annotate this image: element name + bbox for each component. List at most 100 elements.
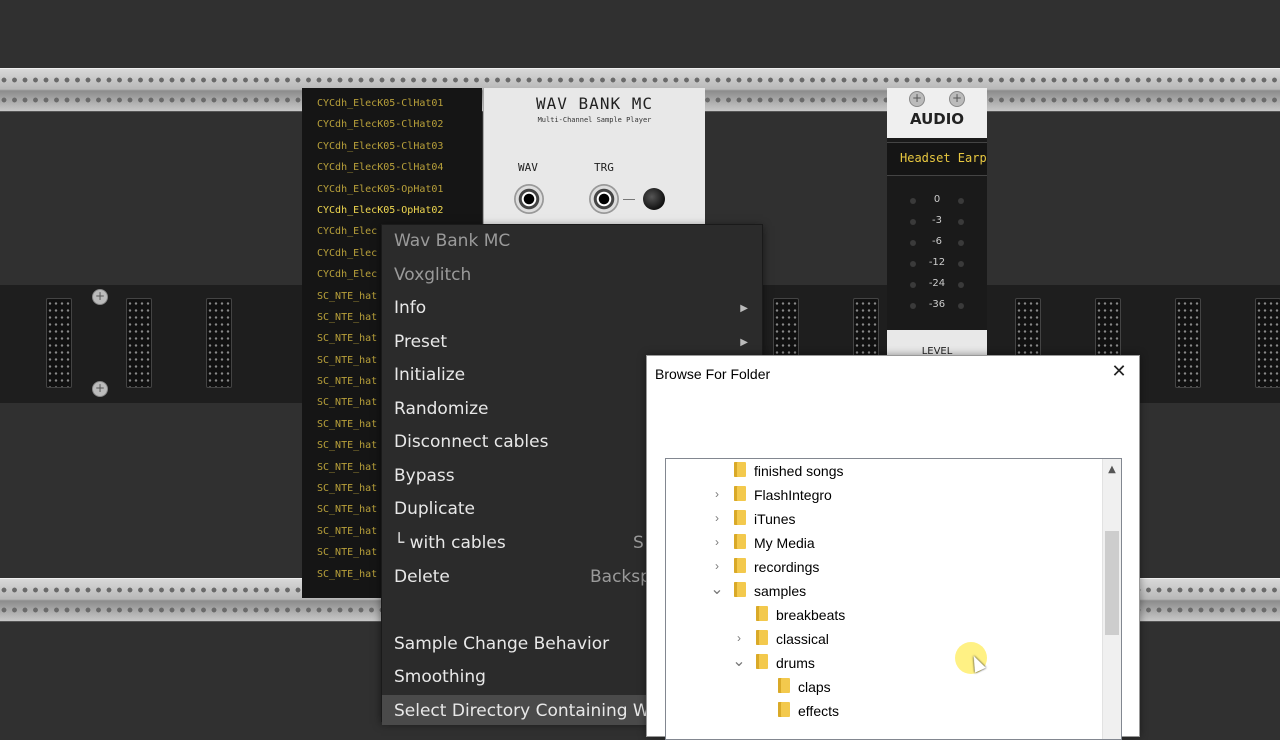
submenu-arrow-icon: ▶ <box>740 337 748 348</box>
folder-label: samples <box>754 583 807 599</box>
wav-label: WAV <box>518 161 538 174</box>
folder-label: My Media <box>754 535 815 551</box>
vu-label: -24 <box>928 278 946 289</box>
sample-list-item[interactable]: CYCdh_ElecK05-ClHat03 <box>302 136 482 157</box>
menu-item-duplicate[interactable]: Duplicate <box>394 499 475 519</box>
folder-icon <box>778 678 790 693</box>
ribbon-header <box>206 298 232 388</box>
sample-list-item-selected[interactable]: CYCdh_ElecK05-OpHat02 <box>302 200 482 221</box>
folder-label: breakbeats <box>776 607 846 623</box>
scroll-up-arrow-icon[interactable]: ▲ <box>1103 459 1121 479</box>
vu-led <box>958 219 964 225</box>
expand-chevron-icon[interactable]: › <box>710 535 724 549</box>
connector-line <box>623 199 635 200</box>
audio-header: + + AUDIO <box>887 88 987 138</box>
vu-led <box>910 282 916 288</box>
menu-item-initialize[interactable]: Initialize <box>394 365 465 385</box>
vu-label: -36 <box>928 299 946 310</box>
sample-list-item[interactable]: CYCdh_ElecK05-ClHat01 <box>302 93 482 114</box>
sample-list-item[interactable]: CYCdh_ElecK05-ClHat02 <box>302 114 482 135</box>
folder-tree-item[interactable]: effects <box>666 699 1102 723</box>
menu-item-smoothing[interactable]: Smoothing <box>394 667 486 687</box>
vu-led <box>958 261 964 267</box>
folder-tree-item[interactable]: › classical <box>666 627 1102 651</box>
collapse-chevron-icon[interactable]: ⌄ <box>710 579 724 599</box>
folder-label: effects <box>798 703 839 719</box>
menu-shortcut: Backsp <box>590 567 651 587</box>
folder-icon <box>734 558 746 573</box>
expand-chevron-icon[interactable]: › <box>710 487 724 501</box>
folder-tree-item[interactable]: claps <box>666 675 1102 699</box>
vu-label: 0 <box>933 194 941 205</box>
ribbon-header <box>126 298 152 388</box>
vu-led <box>910 219 916 225</box>
folder-tree-item[interactable]: breakbeats <box>666 603 1102 627</box>
vu-led <box>910 303 916 309</box>
audio-device-selector[interactable]: Headset Earp <box>887 142 987 176</box>
folder-tree-item[interactable]: finished songs <box>666 459 1102 483</box>
screw-icon: + <box>92 289 108 305</box>
menu-item-disconnect-cables[interactable]: Disconnect cables <box>394 432 548 452</box>
menu-item-info[interactable]: Info ▶ <box>382 292 762 325</box>
folder-tree[interactable]: finished songs › FlashIntegro › iTunes ›… <box>665 458 1122 740</box>
audio-device-name: Headset Earp <box>900 151 987 165</box>
folder-icon <box>734 462 746 477</box>
menu-item-duplicate-with-cables[interactable]: └ with cables <box>394 533 506 553</box>
menu-item-label: Info <box>394 298 427 318</box>
expand-chevron-icon[interactable]: › <box>732 631 746 645</box>
folder-icon <box>756 654 768 669</box>
trg-input-jack[interactable] <box>589 184 619 214</box>
folder-tree-item[interactable]: ⌄ samples <box>666 579 1102 603</box>
vu-led <box>958 198 964 204</box>
vu-row: -24 <box>887 275 987 296</box>
menu-item-bypass[interactable]: Bypass <box>394 466 455 486</box>
sample-list-item[interactable]: CYCdh_ElecK05-OpHat01 <box>302 179 482 200</box>
folder-tree-item[interactable]: › recordings <box>666 555 1102 579</box>
vu-row: 0 <box>887 191 987 212</box>
folder-tree-item[interactable]: › FlashIntegro <box>666 483 1102 507</box>
close-icon[interactable]: ✕ <box>1109 362 1129 382</box>
vu-row: -36 <box>887 296 987 317</box>
folder-label: claps <box>798 679 831 695</box>
vu-label: -12 <box>928 257 946 268</box>
menu-shortcut: S <box>633 533 644 553</box>
sample-list-item[interactable]: CYCdh_ElecK05-ClHat04 <box>302 157 482 178</box>
folder-label: drums <box>776 655 815 671</box>
folder-tree-item[interactable]: › iTunes <box>666 507 1102 531</box>
ribbon-header <box>46 298 72 388</box>
trigger-button[interactable] <box>643 188 665 210</box>
expand-chevron-icon[interactable]: › <box>710 559 724 573</box>
folder-icon <box>756 606 768 621</box>
menu-item-delete[interactable]: Delete <box>394 567 450 587</box>
module-subtitle: Multi-Channel Sample Player <box>537 116 652 124</box>
tree-scrollbar[interactable]: ▲ <box>1102 459 1121 739</box>
folder-tree-item[interactable]: ⌄ drums <box>666 651 1102 675</box>
vu-row: -6 <box>887 233 987 254</box>
submenu-arrow-icon: ▶ <box>740 303 748 314</box>
menu-item-label: Preset <box>394 332 448 352</box>
menu-header-module: Wav Bank MC <box>394 231 511 251</box>
folder-icon <box>734 510 746 525</box>
expand-chevron-icon[interactable]: › <box>710 511 724 525</box>
collapse-chevron-icon[interactable]: ⌄ <box>732 651 746 671</box>
folder-label: finished songs <box>754 463 844 479</box>
folder-label: FlashIntegro <box>754 487 832 503</box>
dialog-title: Browse For Folder <box>655 366 771 382</box>
folder-tree-item[interactable]: › My Media <box>666 531 1102 555</box>
vu-led <box>958 240 964 246</box>
trg-label: TRG <box>594 161 614 174</box>
module-title: WAV BANK MC <box>536 94 653 113</box>
menu-item-sample-change-behavior[interactable]: Sample Change Behavior <box>394 634 609 654</box>
screw-icon: + <box>909 91 925 107</box>
vu-led <box>910 261 916 267</box>
folder-icon <box>734 582 746 597</box>
menu-item-select-directory[interactable]: Select Directory Containing W <box>394 701 650 721</box>
browse-for-folder-dialog: Browse For Folder ✕ finished songs › Fla… <box>646 355 1140 740</box>
vu-row: -12 <box>887 254 987 275</box>
folder-icon <box>756 630 768 645</box>
scrollbar-thumb[interactable] <box>1105 531 1119 635</box>
folder-label: classical <box>776 631 829 647</box>
ribbon-header <box>1255 298 1280 388</box>
menu-item-randomize[interactable]: Randomize <box>394 399 489 419</box>
wav-input-jack[interactable] <box>514 184 544 214</box>
